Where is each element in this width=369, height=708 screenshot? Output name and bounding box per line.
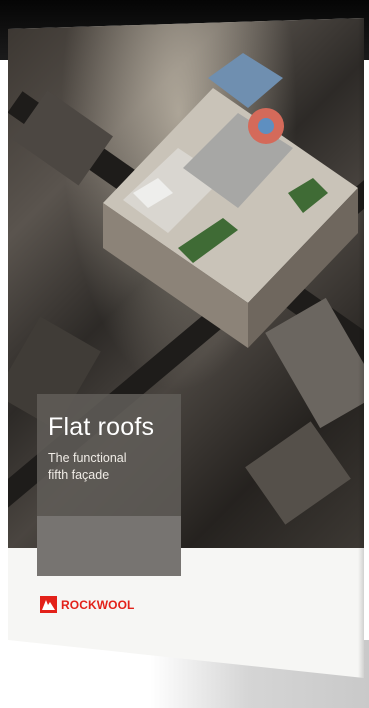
brochure-cover: Flat roofs The functional fifth façade R… — [8, 18, 364, 678]
gray-accent-band — [37, 516, 181, 576]
cover-title: Flat roofs — [48, 413, 155, 441]
cover-subtitle: The functional fifth façade — [48, 450, 168, 484]
subtitle-line-2: fifth façade — [48, 468, 110, 482]
rockwool-brand: ROCKWOOL — [40, 596, 134, 613]
subtitle-line-1: The functional — [48, 451, 127, 465]
rockwool-logo-icon — [40, 596, 57, 613]
page-edge-shadow — [358, 18, 364, 678]
brand-name: ROCKWOOL — [61, 597, 135, 612]
